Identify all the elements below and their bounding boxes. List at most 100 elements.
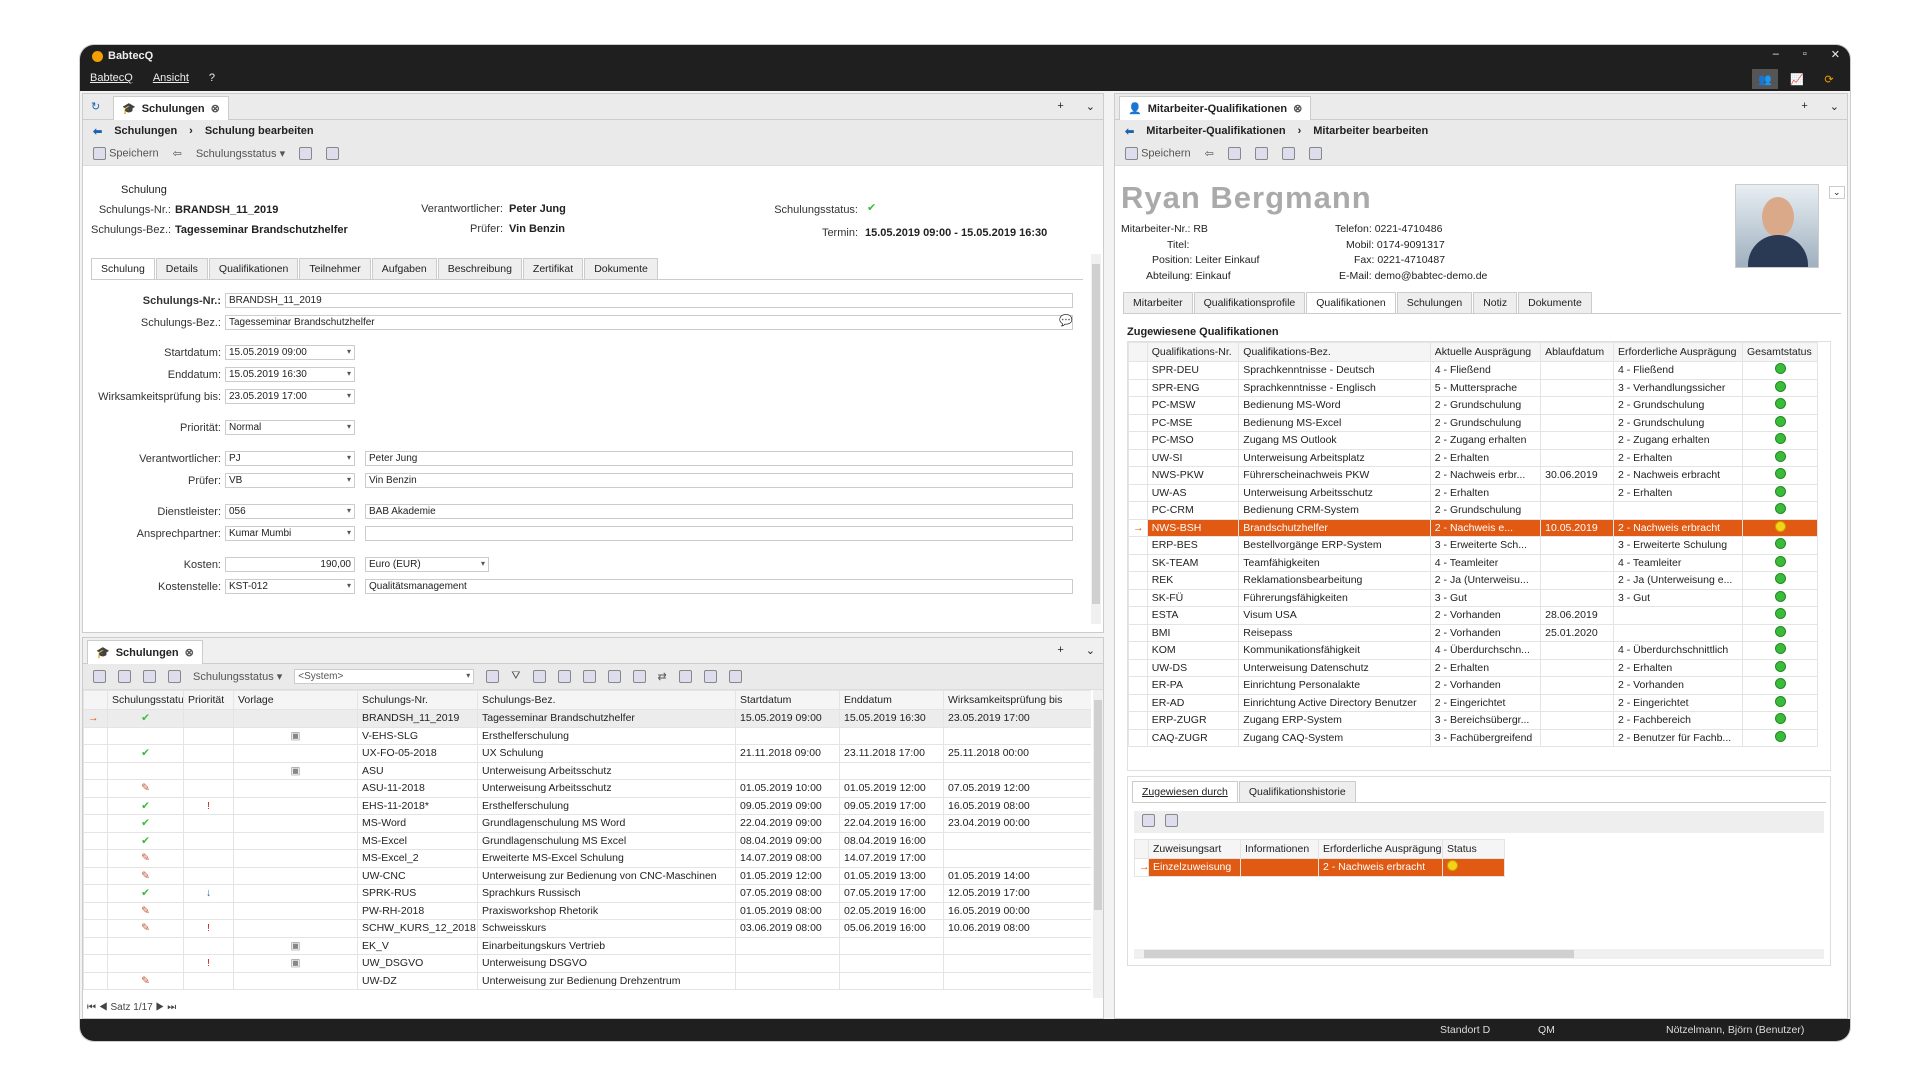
table-row[interactable]: ✔ UX-FO-05-2018 UX Schulung 21.11.2018 09:0… [83, 744, 1091, 763]
link-icon[interactable] [1227, 147, 1241, 160]
save-button[interactable]: Speichern [93, 147, 159, 160]
edit-icon[interactable] [118, 670, 131, 683]
layout-icon[interactable] [486, 670, 500, 683]
cost-input[interactable]: 190,00 [225, 557, 355, 572]
column-header[interactable]: Wirksamkeitsprüfung bis [943, 690, 1091, 710]
column-header[interactable]: Schulungsstatus [107, 690, 184, 710]
tab-mitarbeiter-qualifikationen[interactable]: 👤 Mitarbeiter-Qualifikationen ⊗ [1119, 96, 1312, 120]
column-header[interactable]: Gesamtstatus [1742, 342, 1818, 362]
column-header[interactable]: Schulungs-Bez. [477, 690, 736, 710]
start-date-picker[interactable]: 15.05.2019 09:00 [225, 345, 355, 360]
table-row[interactable]: ERP-ZUGR Zugang ERP-System 3 - Bereichsübe… [1128, 711, 1818, 730]
print-icon[interactable] [728, 670, 742, 683]
tab-qualifikationsprofile[interactable]: Qualifikationsprofile [1193, 292, 1306, 313]
edit-icon[interactable] [299, 147, 313, 160]
group-icon[interactable] [1254, 147, 1268, 160]
refresh-icon[interactable]: ⟳ [1816, 69, 1842, 89]
table-row[interactable]: PC-MSW Bedienung MS-Word 2 - Grundschulung… [1128, 396, 1818, 415]
table-row[interactable]: BMI Reisepass 2 - Vorhanden 25.01.2020 [1128, 623, 1818, 642]
menu-babtecq[interactable]: BabtecQ [90, 72, 133, 84]
group-icon[interactable] [557, 670, 571, 683]
menu-ansicht[interactable]: Ansicht [153, 72, 189, 84]
table-row[interactable]: REK Reklamationsbearbeitung 2 - Ja (Unterw… [1128, 571, 1818, 590]
breadcrumb-item[interactable]: Mitarbeiter-Qualifikationen [1146, 125, 1285, 137]
ungroup-icon[interactable] [582, 670, 596, 683]
new-icon[interactable] [1142, 814, 1155, 827]
status-dropdown[interactable]: Schulungsstatus ▾ [196, 147, 285, 160]
effectiveness-date-picker[interactable]: 23.05.2019 17:00 [225, 389, 355, 404]
user-icon[interactable] [607, 670, 621, 683]
close-tab-icon[interactable]: ⊗ [211, 102, 220, 115]
breadcrumb-item[interactable]: Schulungen [114, 125, 177, 137]
sync-icon[interactable]: ⇄ [658, 670, 667, 683]
new-icon[interactable] [93, 670, 106, 683]
comment-icon[interactable]: 💬 [1059, 314, 1073, 327]
tab-menu-icon[interactable]: ⌄ [1086, 644, 1095, 657]
tab-aufgaben[interactable]: Aufgaben [371, 258, 437, 279]
status-dropdown[interactable]: Schulungsstatus ▾ [193, 670, 282, 683]
end-date-picker[interactable]: 15.05.2019 16:30 [225, 367, 355, 382]
tab-beschreibung[interactable]: Beschreibung [437, 258, 522, 279]
table-row[interactable]: ▣ EK_V Einarbeitungskurs Vertrieb [83, 936, 1091, 955]
tab-schulungen-list[interactable]: 🎓 Schulungen ⊗ [87, 640, 203, 664]
column-header[interactable]: Startdatum [735, 690, 840, 710]
tab-menu-icon[interactable]: ⌄ [1086, 100, 1095, 113]
table-row[interactable]: KOM Kommunikationsfähigkeit 4 - Überdurchs… [1128, 641, 1818, 660]
table-row[interactable]: UW-SI Unterweisung Arbeitsplatz 2 - Erhalt… [1128, 448, 1818, 467]
column-header[interactable]: Qualifikations-Nr. [1146, 342, 1240, 362]
table-row[interactable]: ✔ MS-Excel Grundlagenschulung MS Excel 08.0… [83, 831, 1091, 850]
table-row[interactable]: ! ▣ UW_DSGVO Unterweisung DSGVO [83, 954, 1091, 973]
column-header[interactable]: Enddatum [839, 690, 944, 710]
tab-dokumente[interactable]: Dokumente [584, 258, 658, 279]
users-icon[interactable]: 👥 [1752, 69, 1778, 89]
tab-notiz[interactable]: Notiz [1473, 292, 1518, 313]
table-row[interactable]: CAQ-ZUGR Zugang CAQ-System 3 - Fachübergre… [1128, 728, 1818, 747]
system-filter-select[interactable]: <System> [294, 669, 475, 684]
table-row[interactable]: PC-CRM Bedienung CRM-System 2 - Grundschul… [1128, 501, 1818, 520]
examiner-select[interactable]: VB [225, 473, 355, 488]
table-row[interactable]: ✎ UW-CNC Unterweisung zur Bedienung von CN… [83, 866, 1091, 885]
list-scrollbar[interactable] [1093, 690, 1103, 998]
menu-help[interactable]: ? [209, 72, 215, 84]
table-row[interactable]: SK-FÜ Führerungsfähigkeiten 3 - Gut 3 - Gut [1128, 588, 1818, 607]
table-row[interactable]: ▣ ASU Unterweisung Arbeitsschutz [83, 761, 1091, 780]
column-header[interactable]: Vorlage [233, 690, 358, 710]
provider-select[interactable]: 056 [225, 504, 355, 519]
edit-icon[interactable] [1281, 147, 1295, 160]
add-tab-button[interactable]: + [1801, 100, 1807, 113]
report-icon[interactable] [703, 670, 717, 683]
delete-icon[interactable] [1165, 814, 1178, 827]
cost-center-select[interactable]: KST-012 [225, 579, 355, 594]
training-name-input[interactable]: Tagesseminar Brandschutzhelfer [225, 315, 1073, 330]
table-row[interactable]: ✎ ASU-11-2018 Unterweisung Arbeitsschutz 01… [83, 779, 1091, 798]
table-icon[interactable] [678, 670, 692, 683]
home-icon[interactable]: ↻ [91, 100, 100, 113]
tab-zertifikat[interactable]: Zertifikat [522, 258, 584, 279]
tab-zugewiesen-durch[interactable]: Zugewiesen durch [1132, 781, 1238, 802]
currency-select[interactable]: Euro (EUR) [365, 557, 489, 572]
back-arrow-icon[interactable]: ⬅ [93, 125, 102, 138]
print-icon[interactable] [326, 147, 340, 160]
contact-select[interactable]: Kumar Mumbi [225, 526, 355, 541]
tab-qualifikationshistorie[interactable]: Qualifikationshistorie [1238, 781, 1356, 802]
copy-icon[interactable] [143, 670, 156, 683]
add-tab-button[interactable]: + [1057, 100, 1063, 113]
table-row[interactable]: ✎ MS-Excel_2 Erweiterte MS-Excel Schulung 1… [83, 849, 1091, 868]
table-row[interactable]: ✔! EHS-11-2018* Ersthelferschulung 09.05.20… [83, 796, 1091, 815]
tab-qualifikationen[interactable]: Qualifikationen [208, 258, 299, 279]
add-tab-button[interactable]: + [1057, 644, 1063, 657]
undo-icon[interactable]: ⇦ [1205, 147, 1214, 160]
tab-menu-icon[interactable]: ⌄ [1830, 100, 1839, 113]
table-row[interactable]: ER-PA Einrichtung Personalakte 2 - Vorhand… [1128, 676, 1818, 695]
form-scrollbar[interactable] [1091, 254, 1101, 624]
filter-icon[interactable]: ⛛ [511, 670, 520, 683]
save-button[interactable]: Speichern [1125, 147, 1191, 160]
table-row[interactable]: SPR-DEU Sprachkenntnisse - Deutsch 4 - Fli… [1128, 361, 1818, 380]
maximize-button[interactable]: ▫ [1803, 48, 1807, 61]
sub-hscrollbar[interactable] [1134, 949, 1824, 959]
table-row[interactable]: NWS-PKW Führerscheinachweis PKW 2 - Nachwe… [1128, 466, 1818, 485]
table-row[interactable]: → ✔ BRANDSH_11_2019 Tagesseminar Brandschut… [83, 709, 1091, 728]
tab-schulungen[interactable]: Schulungen [1396, 292, 1473, 313]
tab-schulung[interactable]: Schulung [91, 258, 155, 279]
minimize-button[interactable]: – [1773, 48, 1779, 61]
